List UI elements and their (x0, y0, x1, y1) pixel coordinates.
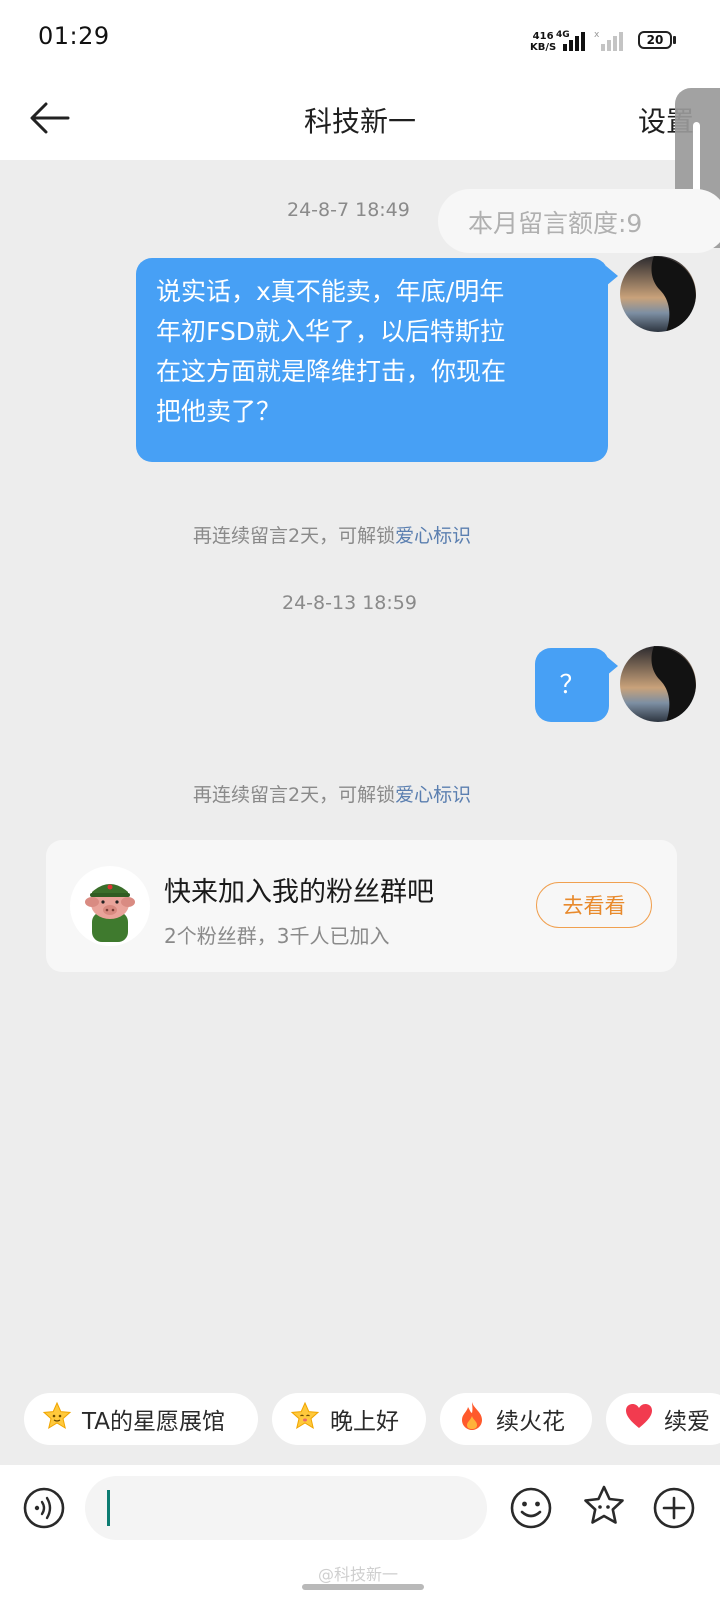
message-line: 把他卖了？ (156, 397, 282, 426)
star-face-icon (42, 1401, 72, 1438)
avatar[interactable] (620, 646, 696, 722)
emoji-icon[interactable] (509, 1486, 553, 1530)
message-line: 说实话，x真不能卖，年底/明年 (156, 277, 505, 306)
watermark: @科技新一 (318, 1565, 399, 1584)
voice-input-icon[interactable] (22, 1486, 66, 1530)
quota-text: 本月留言额度:9 (468, 209, 643, 238)
battery-tip (673, 36, 676, 44)
home-indicator[interactable] (302, 1584, 424, 1590)
bubble-tail (606, 266, 618, 286)
star-face-icon (290, 1401, 320, 1438)
fan-group-avatar (70, 866, 150, 946)
message-input[interactable] (85, 1476, 487, 1540)
page-title: 科技新一 (303, 105, 416, 138)
system-notice: 再连续留言2天，可解锁爱心标识 (193, 525, 472, 547)
svg-text:x: x (594, 30, 600, 40)
chip-continue-love[interactable]: 续爱 (606, 1393, 720, 1445)
fire-icon (458, 1401, 486, 1438)
love-badge-link[interactable]: 爱心标识 (395, 525, 471, 547)
chip-label: TA的星愿展馆 (82, 1409, 225, 1435)
view-fan-group-button[interactable]: 去看看 (536, 882, 652, 928)
svg-text:4G: 4G (556, 30, 570, 40)
heart-icon (624, 1402, 654, 1437)
signal-weak-icon: x (594, 30, 623, 51)
star-sticker-icon[interactable] (580, 1484, 628, 1530)
message-bubble[interactable]: ？ (535, 648, 609, 722)
love-badge-link[interactable]: 爱心标识 (395, 784, 471, 806)
chip-star-wish-hall[interactable]: TA的星愿展馆 (24, 1393, 258, 1445)
quota-badge: 本月留言额度:9 (438, 189, 720, 253)
battery-icon: 20 (638, 31, 672, 49)
chip-label: 晚上好 (330, 1409, 399, 1435)
fan-group-title: 快来加入我的粉丝群吧 (164, 877, 434, 908)
message-line: 年初FSD就入华了，以后特斯拉 (156, 317, 506, 346)
pig-soldier-icon (85, 884, 135, 942)
message-bubble[interactable]: 说实话，x真不能卖，年底/明年 年初FSD就入华了，以后特斯拉 在这方面就是降维… (136, 258, 608, 462)
network-speed: 416 KB/S (530, 31, 557, 53)
chip-label: 续火花 (496, 1409, 565, 1435)
add-icon[interactable] (652, 1486, 696, 1530)
chip-label: 续爱 (664, 1409, 710, 1435)
chip-good-evening[interactable]: 晚上好 (272, 1393, 426, 1445)
fan-group-subtitle: 2个粉丝群，3千人已加入 (164, 924, 390, 948)
avatar[interactable] (620, 256, 696, 332)
text-caret (107, 1490, 110, 1526)
bubble-tail (606, 656, 618, 676)
timestamp: 24-8-13 18:59 (282, 592, 417, 614)
system-notice: 再连续留言2天，可解锁爱心标识 (193, 784, 472, 806)
signal-icon: 4G (556, 30, 585, 51)
timestamp: 24-8-7 18:49 (287, 199, 410, 221)
message-line: 在这方面就是降维打击，你现在 (156, 357, 507, 386)
status-time: 01:29 (38, 22, 110, 50)
message-text: ？ (559, 670, 585, 699)
chip-continue-spark[interactable]: 续火花 (440, 1393, 592, 1445)
